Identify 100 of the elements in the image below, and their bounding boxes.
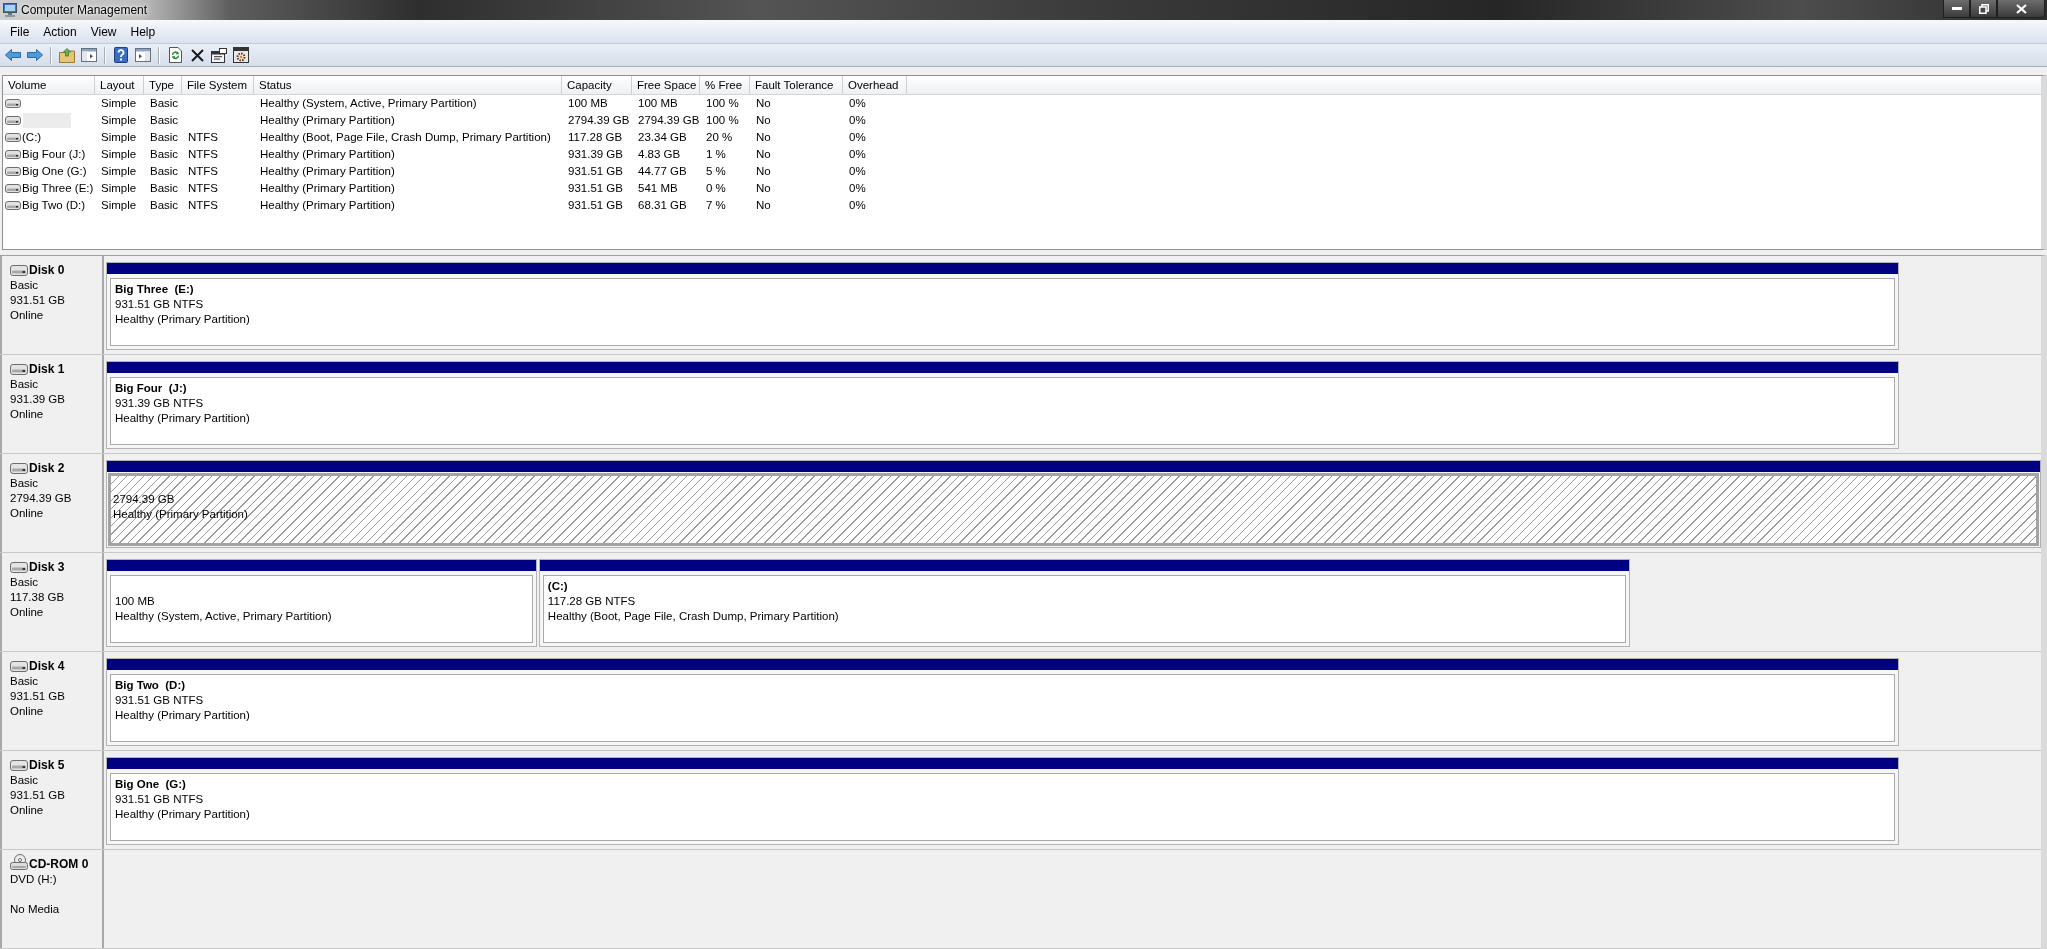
computer-icon: [3, 3, 17, 17]
disk-type: Basic: [10, 575, 40, 590]
restore-button[interactable]: [1970, 0, 1997, 18]
table-cell-text: NTFS: [187, 147, 220, 162]
table-cell-text: 117.28 GB: [567, 130, 624, 145]
properties-icon: [211, 47, 227, 63]
table-cell-text: Simple: [100, 113, 138, 128]
column-header[interactable]: Layout: [95, 76, 144, 94]
table-cell-text: 931.51 GB: [567, 164, 624, 179]
table-cell-text: Simple: [100, 130, 138, 145]
help-icon: [114, 47, 128, 63]
table-cell-text: No: [755, 96, 772, 111]
close-icon: [2015, 3, 2027, 14]
drive-icon: [5, 116, 21, 125]
menu-item[interactable]: Help: [123, 21, 163, 42]
optical-drive-icon: [10, 854, 28, 870]
disk-status: Online: [10, 704, 45, 719]
column-header[interactable]: Status: [254, 76, 562, 94]
partition-name: Big Four (J:): [115, 381, 188, 396]
table-cell-text: 23.34 GB: [637, 130, 688, 145]
column-header[interactable]: Type: [144, 76, 182, 94]
disk-size: 931.51 GB: [10, 293, 66, 308]
disk-size: 117.38 GB: [10, 590, 66, 605]
partition-name: (C:): [547, 579, 569, 594]
table-cell-text: 20 %: [705, 130, 734, 145]
table-cell-text: Healthy (Primary Partition): [259, 181, 396, 196]
partition[interactable]: 100 MB Healthy (System, Active, Primary Partition): [106, 559, 537, 647]
table-cell-text: 0%: [848, 164, 867, 179]
partition-status: Healthy (Boot, Page File, Crash Dump, Primary Partition): [547, 609, 840, 624]
table-cell-text: 0 %: [705, 181, 727, 196]
table-cell-text: No: [755, 130, 772, 145]
table-cell-text: Simple: [100, 181, 138, 196]
table-cell-text: Healthy (Primary Partition): [259, 113, 396, 128]
disk-name: Disk 0: [29, 263, 65, 278]
table-cell-text: NTFS: [187, 130, 220, 145]
volume-name: Big Two (D:): [22, 198, 86, 213]
column-header[interactable]: Volume: [3, 76, 95, 94]
settings-button[interactable]: [230, 44, 252, 66]
disk-status: Online: [10, 506, 45, 521]
partition[interactable]: 2794.39 GB Healthy (Primary Partition): [106, 460, 2041, 548]
disk-name: Disk 1: [29, 362, 65, 377]
table-cell-text: NTFS: [187, 164, 220, 179]
table-cell-text: 931.51 GB: [567, 198, 624, 213]
hard-drive-icon: [10, 265, 28, 276]
column-header[interactable]: % Free: [700, 76, 750, 94]
table-cell-text: No: [755, 164, 772, 179]
disk-size: 931.39 GB: [10, 392, 66, 407]
table-cell-text: Healthy (System, Active, Primary Partition): [259, 96, 478, 111]
table-cell-text: 541 MB: [637, 181, 679, 196]
disk-name: Disk 4: [29, 659, 65, 674]
disk-name: Disk 5: [29, 758, 65, 773]
disk-type: Basic: [10, 377, 40, 392]
table-cell-text: No: [755, 113, 772, 128]
column-header[interactable]: Free Space: [632, 76, 700, 94]
partition-status: Healthy (Primary Partition): [115, 708, 251, 723]
column-header[interactable]: File System: [182, 76, 254, 94]
partition[interactable]: Big Three (E:) 931.51 GB NTFS Healthy (Primary Partition): [106, 262, 1899, 350]
table-cell-text: 68.31 GB: [637, 198, 688, 213]
hard-drive-icon: [10, 760, 28, 771]
table-cell-text: Simple: [100, 164, 138, 179]
menu-item[interactable]: View: [83, 21, 124, 42]
table-cell-text: Basic: [149, 164, 180, 179]
column-header[interactable]: Fault Tolerance: [750, 76, 843, 94]
minimize-button[interactable]: [1943, 0, 1970, 18]
disk-type: Basic: [10, 674, 40, 689]
hard-drive-icon: [10, 463, 28, 474]
close-button[interactable]: [1997, 0, 2045, 18]
left-arrow-icon: [5, 49, 21, 61]
right-arrow-icon: [27, 49, 43, 61]
drive-icon: [5, 167, 21, 176]
disk-size: 2794.39 GB: [10, 491, 73, 506]
partition[interactable]: Big Four (J:) 931.39 GB NTFS Healthy (Primary Partition): [106, 361, 1899, 449]
table-cell-text: 2794.39 GB: [637, 113, 700, 128]
menu-item[interactable]: File: [3, 21, 37, 42]
drive-icon: [5, 150, 21, 159]
drive-icon: [5, 201, 21, 210]
table-cell-text: Healthy (Primary Partition): [259, 147, 396, 162]
column-header[interactable]: Capacity: [562, 76, 632, 94]
table-cell-text: 0%: [848, 198, 867, 213]
disk-name: Disk 3: [29, 560, 65, 575]
partition-size: 117.28 GB NTFS: [547, 594, 637, 609]
partition[interactable]: Big Two (D:) 931.51 GB NTFS Healthy (Primary Partition): [106, 658, 1899, 746]
table-cell-text: Simple: [100, 96, 138, 111]
table-cell-text: Healthy (Primary Partition): [259, 198, 396, 213]
table-cell-text: Healthy (Boot, Page File, Crash Dump, Primary Partition): [259, 130, 552, 145]
drive-icon: [5, 133, 21, 142]
partition-size: 931.51 GB NTFS: [115, 792, 205, 807]
partition[interactable]: (C:) 117.28 GB NTFS Healthy (Boot, Page File, Crash Dump, Primary Partition): [538, 559, 1630, 647]
table-cell-text: Basic: [149, 113, 180, 128]
disk-name: Disk 2: [29, 461, 65, 476]
table-cell-text: Basic: [149, 198, 180, 213]
column-header[interactable]: Overhead: [843, 76, 907, 94]
partition[interactable]: Big One (G:) 931.51 GB NTFS Healthy (Primary Partition): [106, 757, 1899, 845]
table-cell-text: 100 MB: [567, 96, 609, 111]
partition-size: 931.39 GB NTFS: [115, 396, 205, 411]
table-cell-text: 2794.39 GB: [567, 113, 631, 128]
table-cell-text: 0%: [848, 181, 867, 196]
hard-drive-icon: [10, 364, 28, 375]
disk-type: Basic: [10, 278, 40, 293]
menu-item[interactable]: Action: [36, 21, 84, 42]
